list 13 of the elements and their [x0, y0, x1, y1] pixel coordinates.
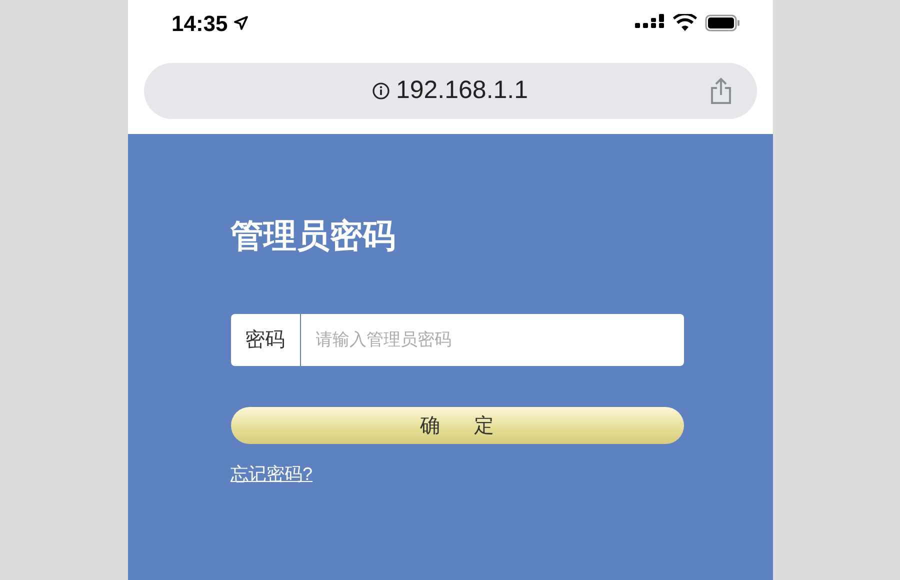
url-text: 192.168.1.1	[396, 75, 528, 106]
forgot-password-link[interactable]: 忘记密码?	[230, 461, 313, 488]
password-field[interactable]: 请输入管理员密码	[300, 314, 684, 366]
battery-icon	[704, 14, 740, 32]
wifi-icon	[672, 14, 696, 32]
location-arrow-icon	[234, 16, 248, 30]
field-label: 密码	[230, 314, 300, 366]
address-bar[interactable]: 192.168.1.1	[144, 63, 756, 119]
page-title: 管理员密码	[230, 216, 396, 256]
submit-button[interactable]: 确 定	[230, 407, 684, 444]
info-icon	[372, 82, 390, 100]
share-icon[interactable]	[708, 77, 732, 105]
status-time: 14:35	[172, 10, 228, 38]
